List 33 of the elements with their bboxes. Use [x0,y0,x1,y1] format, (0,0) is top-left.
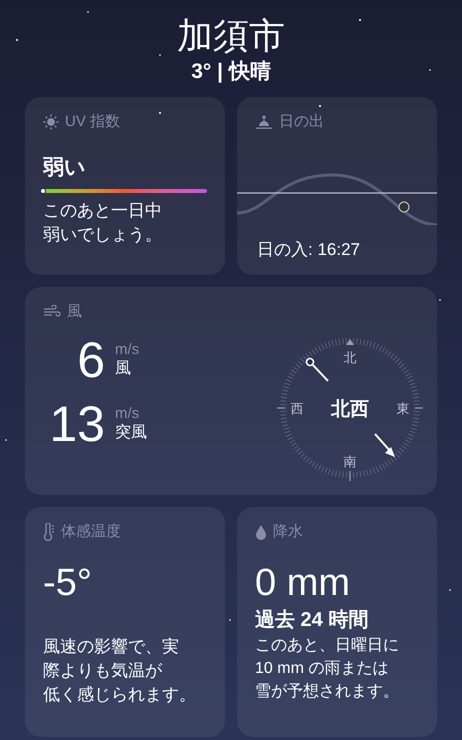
compass-label: 東 [396,401,410,416]
drop-icon [255,524,267,540]
speed-unit: m/s [115,341,140,359]
thermometer-icon [43,523,55,541]
card-title: UV 指数 [65,112,120,132]
feels-like-temperature: -5° [43,561,93,605]
wind-icon [43,305,61,319]
arrow-tail-icon [306,358,329,382]
precipitation-description: このあと、日曜日に 10 mm の雨または 雪が予想されます。 [255,636,400,702]
compass-label: 南 [344,454,356,469]
uv-description: このあと一日中 弱いでしょう。 [43,200,163,246]
compass-label: 北 [344,350,356,365]
speed-label: 突風 [115,423,147,443]
precipitation-period: 過去 24 時間 [255,608,370,633]
feels-like-description: 風速の影響で、実 際よりも気温が 低く感じられます。 [43,636,197,706]
precipitation-amount: 0 mm [255,561,351,605]
card-title: 降水 [273,522,303,542]
arrow-head-icon [374,433,395,457]
card-title: 日の出 [279,112,324,132]
wind-speed-value: 6 [76,331,105,389]
sunset-time: 日の入: 16:27 [256,239,361,261]
sunrise-icon [255,114,273,130]
speed-label: 風 [115,359,132,379]
wind-direction: 北西 [331,399,369,420]
compass-label: 西 [290,401,304,416]
card-title: 風 [67,302,82,322]
speed-unit: m/s [115,405,140,423]
weather-summary: 3° | 快晴 [191,59,271,85]
uv-category: 弱い [43,155,87,181]
sun-icon [43,114,59,130]
wind-speed-value: 13 [48,395,105,453]
card-title: 体感温度 [61,522,121,542]
city-name: 加須市 [177,14,285,58]
